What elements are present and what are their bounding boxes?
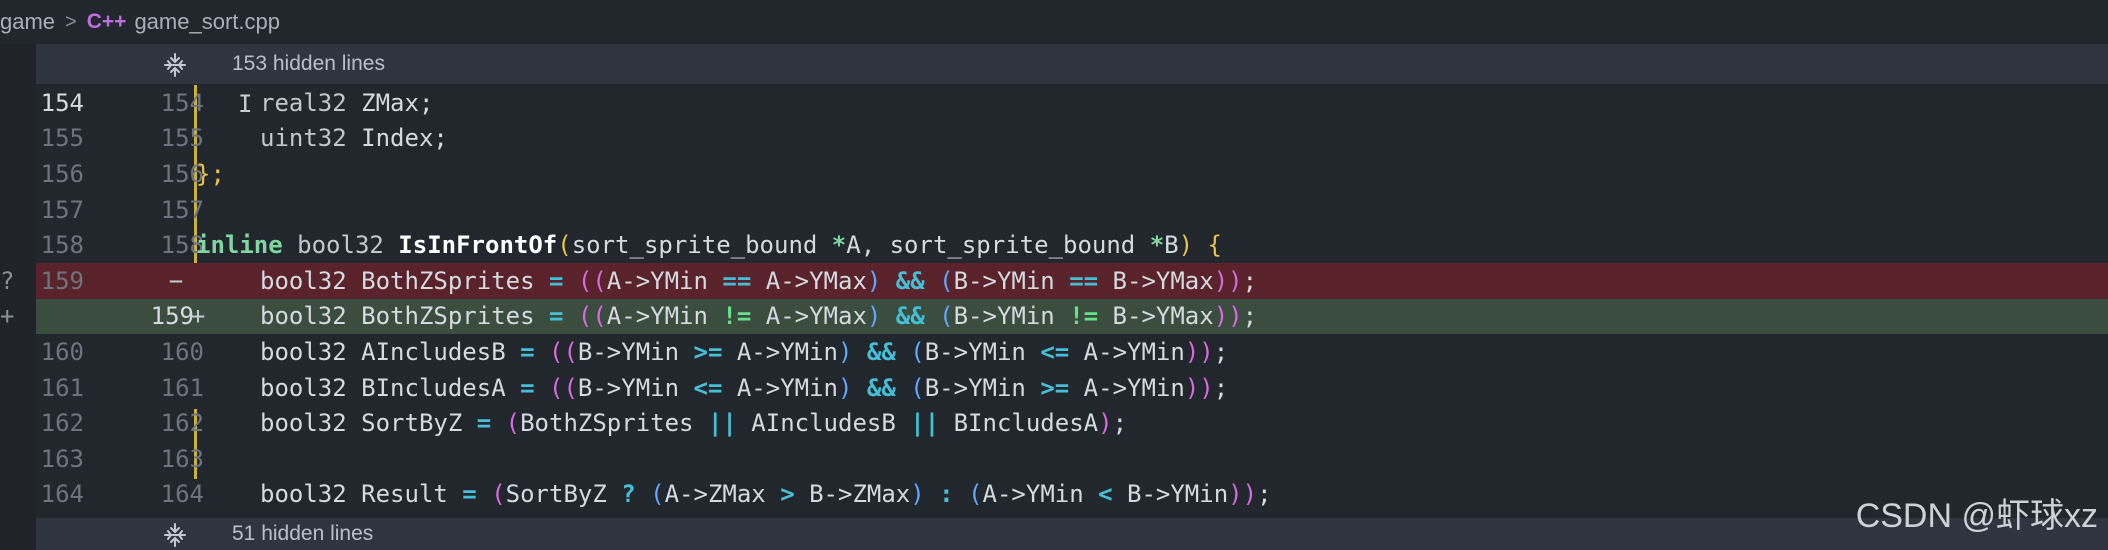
old-line-number: 155 — [40, 124, 84, 153]
code-line[interactable]: 156 156 }; — [36, 156, 2108, 192]
cpp-file-icon: C++ — [86, 10, 127, 33]
breadcrumb: game > C++ game_sort.cpp — [0, 0, 2108, 44]
new-line-number: 164 — [160, 480, 204, 509]
added-code-line[interactable]: + 159 + bool32 BothZSprites = ((A->YMin … — [0, 298, 2108, 335]
old-line-number: 154 — [40, 88, 84, 117]
new-line-number: 162 — [160, 409, 204, 438]
new-line-number: 160 — [160, 337, 204, 366]
bottom-fold-bar[interactable]: 51 hidden lines — [36, 518, 2108, 550]
code-text[interactable]: bool32 Result = (SortByZ ? (A->ZMax > B-… — [260, 480, 1272, 508]
code-text[interactable]: uint32 Index; — [260, 124, 448, 152]
old-line-number: 162 — [40, 409, 84, 438]
hidden-lines-label[interactable]: 153 hidden lines — [232, 52, 385, 76]
code-line[interactable]: 154 154 I real32 ZMax; — [36, 85, 2108, 121]
code-text[interactable]: bool32 AIncludesB = ((B->YMin >= A->YMin… — [260, 338, 1228, 366]
diff-editor[interactable]: 154 154 I real32 ZMax; 155 155 uint32 In… — [0, 85, 2108, 513]
new-line-number: 159 — [150, 302, 194, 331]
fold-icon[interactable] — [162, 52, 188, 78]
breadcrumb-folder[interactable]: game — [0, 9, 55, 35]
code-line[interactable]: 163 163 — [36, 441, 2108, 477]
code-text[interactable]: bool32 BothZSprites = ((A->YMin == A->YM… — [260, 267, 1257, 295]
old-line-number: 157 — [40, 195, 84, 224]
code-text[interactable]: inline bool32 IsInFrontOf(sort_sprite_bo… — [196, 231, 1222, 259]
code-line[interactable]: 164 164 bool32 Result = (SortByZ ? (A->Z… — [36, 477, 2108, 513]
old-line-number: 163 — [40, 444, 84, 473]
removed-code-line[interactable]: ? 159 − bool32 BothZSprites = ((A->YMin … — [0, 263, 2108, 299]
new-line-number: 155 — [160, 124, 204, 153]
old-line-number: 159 — [40, 266, 84, 295]
top-fold-bar[interactable]: 153 hidden lines — [36, 44, 2108, 84]
code-text[interactable]: real32 ZMax; — [260, 89, 433, 117]
code-text[interactable]: bool32 BothZSprites = ((A->YMin != A->YM… — [260, 302, 1257, 330]
old-line-number: 161 — [40, 373, 84, 402]
new-line-number: 156 — [160, 159, 204, 188]
new-line-number: 158 — [160, 231, 204, 260]
new-line-number: 157 — [160, 195, 204, 224]
code-line[interactable]: 161 161 bool32 BIncludesA = ((B->YMin <=… — [36, 370, 2108, 406]
fold-icon[interactable] — [162, 522, 188, 548]
code-line[interactable]: 155 155 uint32 Index; — [36, 121, 2108, 157]
old-line-number: 158 — [40, 231, 84, 260]
code-text[interactable]: bool32 SortByZ = (BothZSprites || AInclu… — [260, 409, 1127, 437]
code-line[interactable]: 158 158 inline bool32 IsInFrontOf(sort_s… — [36, 227, 2108, 263]
minus-icon: − — [168, 266, 184, 295]
old-line-number: 160 — [40, 337, 84, 366]
watermark: CSDN @虾球xz — [1855, 497, 2098, 535]
new-line-number: 163 — [160, 444, 204, 473]
new-line-number: 161 — [160, 373, 204, 402]
code-line[interactable]: 162 162 bool32 SortByZ = (BothZSprites |… — [36, 405, 2108, 441]
question-icon: ? — [0, 266, 15, 295]
code-text[interactable]: }; — [196, 160, 225, 188]
code-line[interactable]: 160 160 bool32 AIncludesB = ((B->YMin >=… — [36, 334, 2108, 370]
code-text[interactable]: bool32 BIncludesA = ((B->YMin <= A->YMin… — [260, 374, 1228, 402]
chevron-right-icon: > — [65, 10, 77, 33]
plus-icon: + — [0, 302, 15, 331]
new-line-number: 154 — [160, 88, 204, 117]
plus-icon: + — [190, 302, 206, 331]
old-line-number: 164 — [40, 480, 84, 509]
breadcrumb-file[interactable]: game_sort.cpp — [134, 9, 280, 35]
hidden-lines-label[interactable]: 51 hidden lines — [232, 522, 373, 546]
text-cursor-icon: I — [238, 89, 253, 118]
left-gutter — [0, 44, 36, 550]
code-line[interactable]: 157 157 — [36, 192, 2108, 228]
old-line-number: 156 — [40, 159, 84, 188]
